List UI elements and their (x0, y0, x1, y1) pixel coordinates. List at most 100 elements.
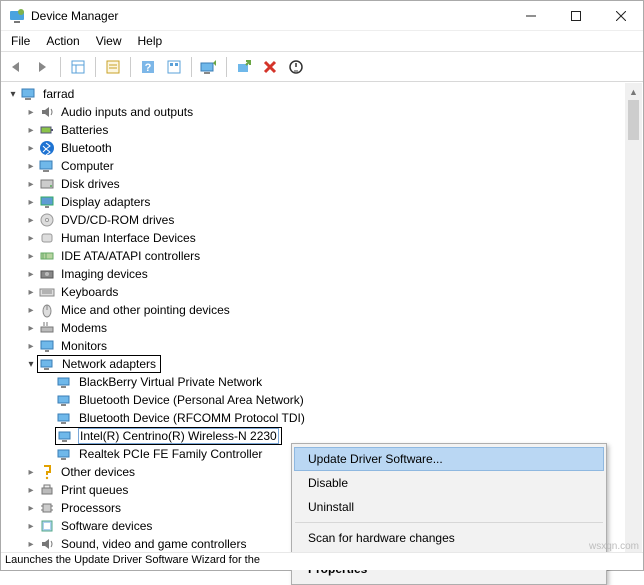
toolbar-separator (130, 57, 131, 77)
expand-icon[interactable]: ▸ (25, 197, 37, 208)
computer-icon (39, 158, 55, 174)
tree-item-network-adapters[interactable]: ▾ Network adapters (7, 355, 643, 373)
tree-item-label: Network adapters (60, 356, 158, 372)
tree-item-label: Realtek PCIe FE Family Controller (77, 446, 264, 462)
tree-root[interactable]: ▾ farrad (7, 85, 643, 103)
expand-icon[interactable]: ▸ (25, 521, 37, 532)
expand-icon[interactable]: ▸ (25, 179, 37, 190)
view-button[interactable] (162, 55, 186, 79)
svg-text:?: ? (145, 62, 152, 74)
titlebar: Device Manager (1, 1, 643, 31)
network-card-icon (57, 446, 73, 462)
close-button[interactable] (598, 1, 643, 30)
expand-icon[interactable]: ▸ (25, 341, 37, 352)
tree-item-label: Mice and other pointing devices (59, 302, 232, 318)
toolbar-separator (191, 57, 192, 77)
expand-icon[interactable]: ▾ (25, 359, 37, 370)
toolbar: ? (1, 52, 643, 82)
toolbar-separator (95, 57, 96, 77)
tree-item[interactable]: ▸ Human Interface Devices (7, 229, 643, 247)
expand-icon[interactable]: ▸ (25, 503, 37, 514)
expand-icon[interactable]: ▸ (25, 323, 37, 334)
menu-view[interactable]: View (96, 34, 122, 48)
network-card-icon (57, 374, 73, 390)
vertical-scrollbar[interactable]: ▲ (625, 83, 642, 552)
tree-item[interactable]: ▸ Display adapters (7, 193, 643, 211)
tree-item[interactable]: ▸ Imaging devices (7, 265, 643, 283)
expand-icon[interactable]: ▸ (25, 539, 37, 550)
menu-file[interactable]: File (11, 34, 30, 48)
tree-item-label: Bluetooth Device (RFCOMM Protocol TDI) (77, 410, 307, 426)
maximize-button[interactable] (553, 1, 598, 30)
expand-icon[interactable]: ▸ (25, 107, 37, 118)
tree-item-network-adapter[interactable]: Bluetooth Device (Personal Area Network) (7, 391, 643, 409)
forward-button[interactable] (31, 55, 55, 79)
properties-button[interactable] (101, 55, 125, 79)
minimize-button[interactable] (508, 1, 553, 30)
expand-icon[interactable]: ▾ (7, 89, 19, 100)
help-button[interactable]: ? (136, 55, 160, 79)
tree-item-label: BlackBerry Virtual Private Network (77, 374, 264, 390)
disable-button[interactable] (284, 55, 308, 79)
tree-item-label: Computer (59, 158, 116, 174)
menu-action[interactable]: Action (46, 34, 79, 48)
tree-item-label: Print queues (59, 482, 130, 498)
ctx-scan[interactable]: Scan for hardware changes (294, 526, 604, 550)
expand-icon[interactable]: ▸ (25, 143, 37, 154)
hid-icon (39, 230, 55, 246)
tree-item[interactable]: ▸ Disk drives (7, 175, 643, 193)
tree-item[interactable]: ▸ Mice and other pointing devices (7, 301, 643, 319)
tree-item[interactable]: ▸ Bluetooth (7, 139, 643, 157)
tree-item-network-adapter[interactable]: Bluetooth Device (RFCOMM Protocol TDI) (7, 409, 643, 427)
tree-item-label: Audio inputs and outputs (59, 104, 195, 120)
tree-item-label: DVD/CD-ROM drives (59, 212, 176, 228)
monitor-icon (39, 338, 55, 354)
expand-icon[interactable]: ▸ (25, 287, 37, 298)
scroll-up-button[interactable]: ▲ (625, 83, 642, 100)
tree-item[interactable]: ▸ Batteries (7, 121, 643, 139)
tree-item[interactable]: ▸ Modems (7, 319, 643, 337)
tree-item-label: Batteries (59, 122, 110, 138)
tree-item-network-adapter[interactable]: BlackBerry Virtual Private Network (7, 373, 643, 391)
menubar: File Action View Help (1, 31, 643, 52)
ctx-update-driver[interactable]: Update Driver Software... (294, 447, 604, 471)
show-hide-button[interactable] (66, 55, 90, 79)
expand-icon[interactable]: ▸ (25, 125, 37, 136)
tree-item[interactable]: ▸ Monitors (7, 337, 643, 355)
tree-item[interactable]: ▸ DVD/CD-ROM drives (7, 211, 643, 229)
bluetooth-icon (39, 140, 55, 156)
back-button[interactable] (5, 55, 29, 79)
update-driver-button[interactable] (197, 55, 221, 79)
scroll-thumb[interactable] (628, 100, 639, 140)
expand-icon[interactable]: ▸ (25, 305, 37, 316)
network-card-icon (57, 410, 73, 426)
tree-item[interactable]: ▸ Keyboards (7, 283, 643, 301)
network-card-icon (58, 428, 74, 444)
toolbar-separator (226, 57, 227, 77)
toolbar-separator (60, 57, 61, 77)
expand-icon[interactable]: ▸ (25, 233, 37, 244)
scan-hardware-button[interactable] (232, 55, 256, 79)
expand-icon[interactable]: ▸ (25, 467, 37, 478)
keyboard-icon (39, 284, 55, 300)
tree-root-label: farrad (41, 86, 76, 102)
expand-icon[interactable]: ▸ (25, 215, 37, 226)
print-icon (39, 482, 55, 498)
ide-icon (39, 248, 55, 264)
expand-icon[interactable]: ▸ (25, 251, 37, 262)
uninstall-button[interactable] (258, 55, 282, 79)
expand-icon[interactable]: ▸ (25, 485, 37, 496)
ctx-uninstall[interactable]: Uninstall (294, 495, 604, 519)
tree-item-label: Bluetooth Device (Personal Area Network) (77, 392, 306, 408)
tree-item[interactable]: ▸ Audio inputs and outputs (7, 103, 643, 121)
ctx-disable[interactable]: Disable (294, 471, 604, 495)
menu-help[interactable]: Help (138, 34, 163, 48)
tree-item[interactable]: ▸ IDE ATA/ATAPI controllers (7, 247, 643, 265)
tree-item-label: Intel(R) Centrino(R) Wireless-N 2230 (78, 428, 279, 444)
tree-item[interactable]: ▸ Computer (7, 157, 643, 175)
tree-item-label: Sound, video and game controllers (59, 536, 248, 552)
mouse-icon (39, 302, 55, 318)
expand-icon[interactable]: ▸ (25, 269, 37, 280)
window-title: Device Manager (31, 9, 508, 23)
expand-icon[interactable]: ▸ (25, 161, 37, 172)
